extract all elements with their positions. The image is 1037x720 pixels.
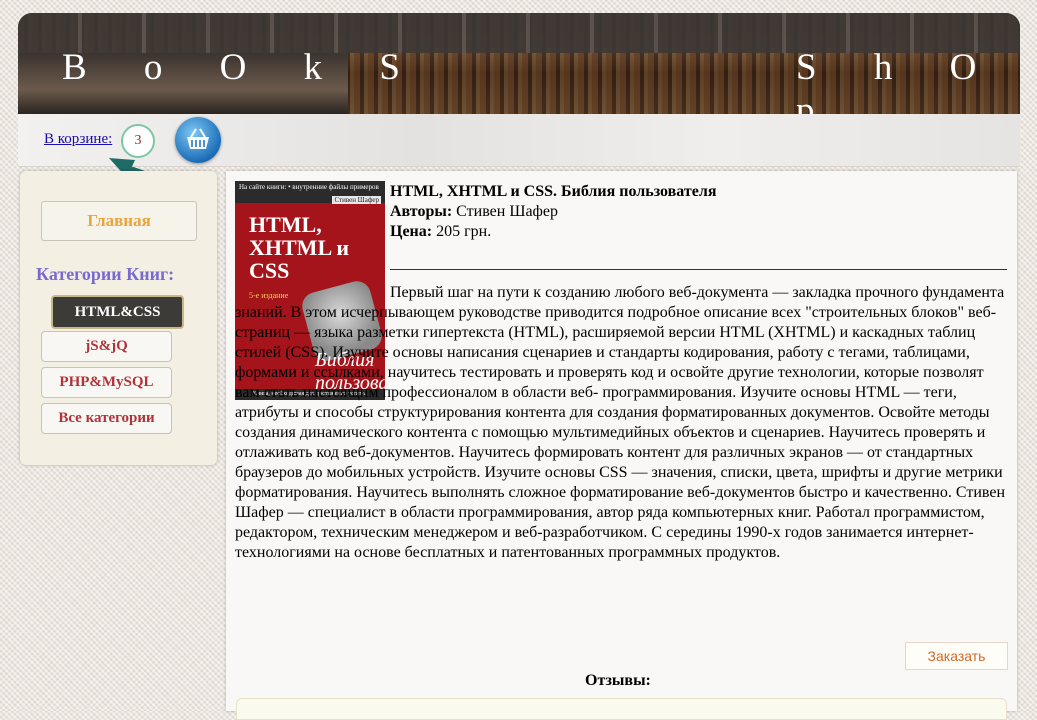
book-authors: Авторы: Стивен Шафер [390,203,558,221]
price-value: 205 грн. [436,223,492,240]
book-title: HTML, XHTML и CSS. Библия пользователя [390,183,717,200]
categories-title: Категории Книг: [36,264,175,284]
category-js-jq[interactable]: jS&jQ [41,331,172,362]
authors-label: Авторы: [390,203,453,220]
book-price: Цена: 205 грн. [390,223,491,241]
divider [390,269,1007,270]
category-all[interactable]: Все категории [41,403,172,434]
category-html-css[interactable]: HTML&CSS [51,295,184,329]
cover-top-text: На сайте книги: • внутренние файлы приме… [239,183,379,191]
price-label: Цена: [390,223,433,240]
cart-link[interactable]: В корзине: [44,131,112,148]
site-title-left: B o O k S [62,47,424,88]
category-php-mysql[interactable]: PHP&MySQL [41,367,172,398]
site-title-right: S h O p [796,47,1001,114]
reviews-title: Отзывы: [585,672,651,689]
order-button[interactable]: Заказать [905,642,1008,670]
book-description: Первый шаг на пути к созданию любого веб… [235,284,1005,561]
authors-value: Стивен Шафер [456,203,559,220]
reviews-box [236,698,1007,720]
cover-author: Стивен Шафер [332,196,381,204]
cover-title: HTML, XHTML и CSS [249,212,350,283]
home-button[interactable]: Главная [41,201,197,241]
header-banner: B o O k S S h O p [18,13,1020,114]
